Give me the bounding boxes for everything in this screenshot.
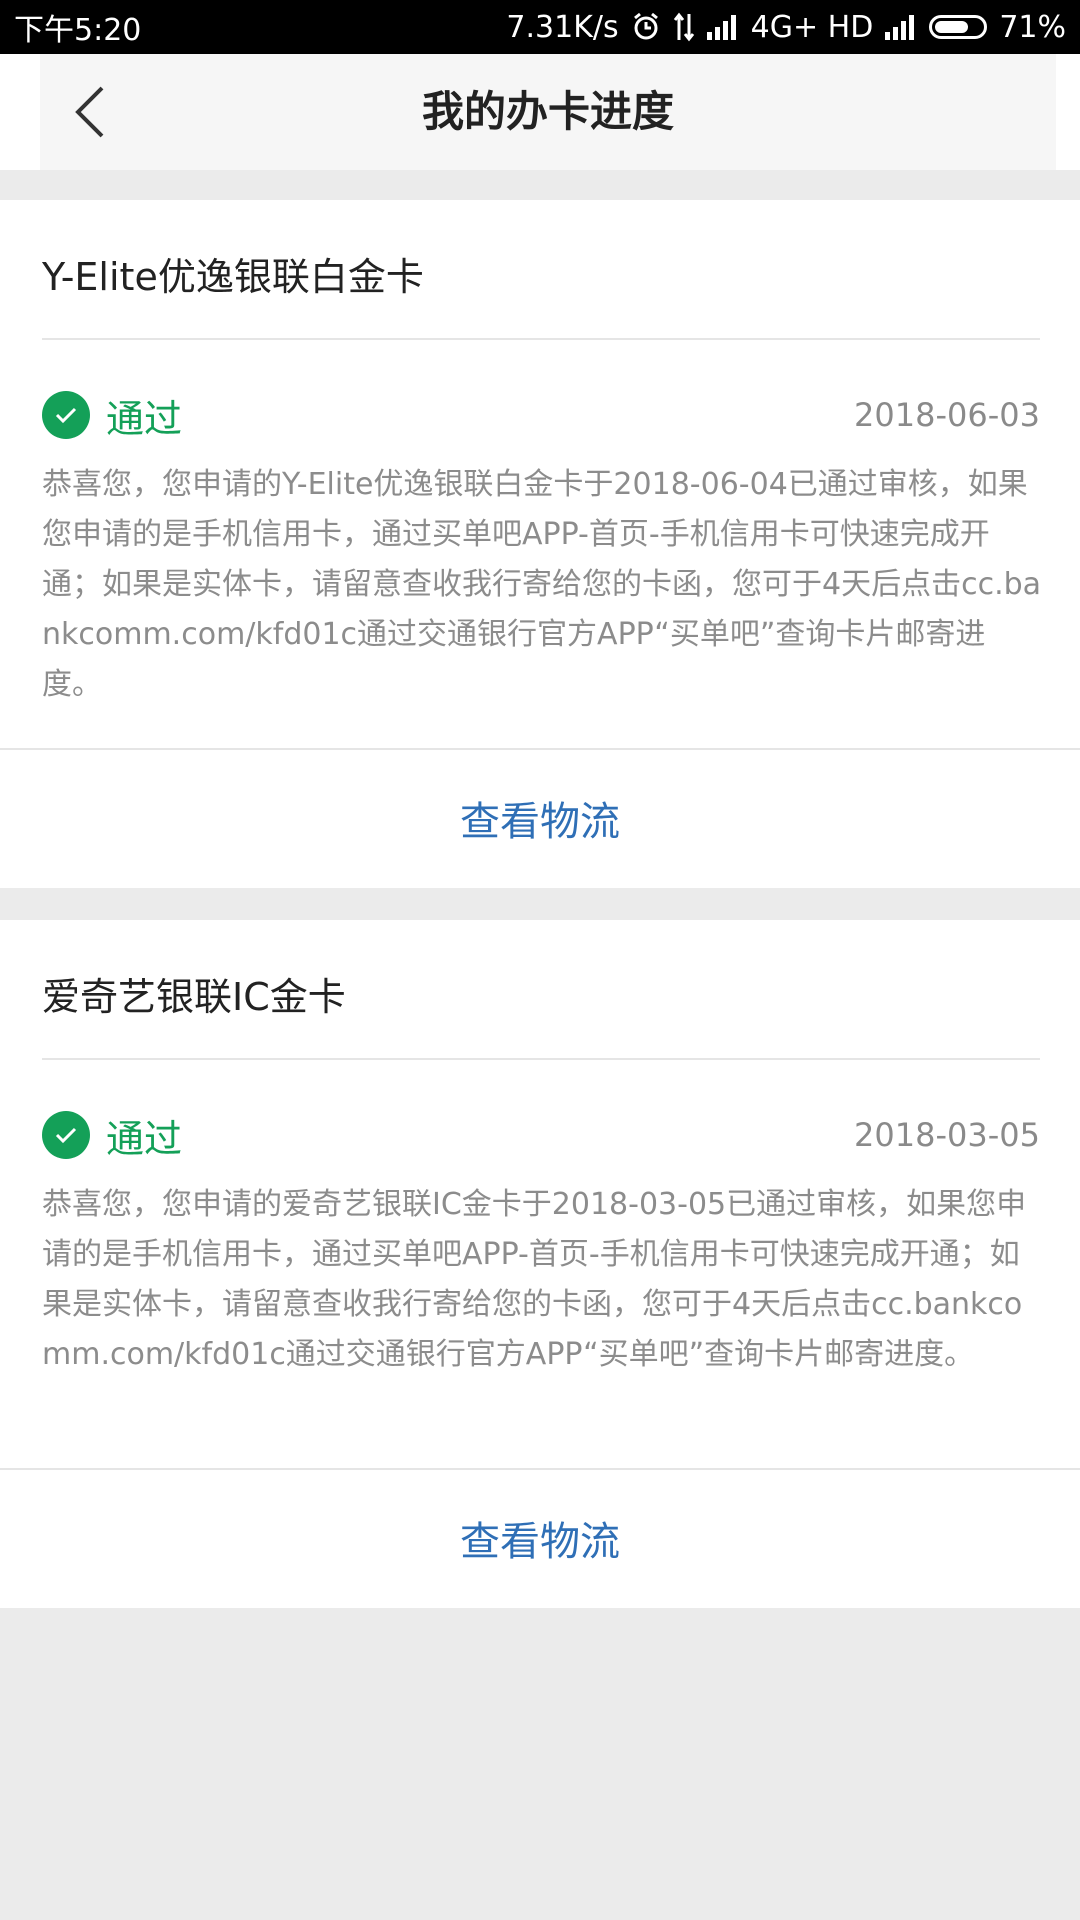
divider — [0, 748, 1080, 750]
card-2: 爱奇艺银联IC金卡 通过 2018-03-05 恭喜您，您申请的爱奇艺银联IC金… — [0, 920, 1080, 1608]
card-date: 2018-06-03 — [854, 396, 1040, 434]
signal-icon — [706, 14, 739, 40]
nav-right-margin — [1056, 54, 1080, 170]
status-right: 7.31K/s 4G+ HD 71% — [506, 10, 1066, 45]
check-circle-icon — [42, 1111, 90, 1159]
card-description: 恭喜您，您申请的爱奇艺银联IC金卡于2018-03-05已通过审核，如果您申请的… — [42, 1187, 1027, 1372]
status-row: 通过 2018-06-03 — [42, 387, 1040, 443]
status-bar: 下午5:20 7.31K/s 4G+ HD 71% — [0, 0, 1080, 54]
card-date: 2018-03-05 — [854, 1116, 1040, 1154]
chevron-left-icon — [75, 86, 104, 138]
network-type: 4G+ HD — [750, 9, 874, 45]
nav-left-margin — [0, 54, 40, 170]
alarm-icon — [631, 12, 661, 42]
card-name: 爱奇艺银联IC金卡 — [42, 975, 346, 1019]
status-label: 通过 — [106, 396, 183, 441]
card-name: Y-Elite优逸银联白金卡 — [42, 255, 424, 299]
battery-icon — [929, 15, 988, 39]
nav-bar: 我的办卡进度 — [40, 54, 1056, 170]
back-button[interactable] — [40, 54, 140, 170]
data-transfer-icon — [673, 12, 695, 42]
view-logistics-button[interactable]: 查看物流 — [0, 1473, 1080, 1603]
divider — [42, 338, 1040, 340]
check-circle-icon — [42, 391, 90, 439]
status-time: 下午5:20 — [14, 13, 142, 48]
signal-icon-2 — [885, 14, 917, 40]
status-label: 通过 — [106, 1116, 183, 1161]
status-row: 通过 2018-03-05 — [42, 1107, 1040, 1163]
battery-fill — [935, 21, 968, 33]
card-1: Y-Elite优逸银联白金卡 通过 2018-06-03 恭喜您，您申请的Y-E… — [0, 200, 1080, 888]
page-title: 我的办卡进度 — [421, 87, 674, 136]
battery-percent: 71% — [999, 9, 1066, 45]
view-logistics-button[interactable]: 查看物流 — [0, 753, 1080, 883]
divider — [42, 1058, 1040, 1060]
network-speed: 7.31K/s — [506, 9, 619, 45]
divider — [0, 1468, 1080, 1470]
card-description: 恭喜您，您申请的Y-Elite优逸银联白金卡于2018-06-04已通过审核，如… — [42, 467, 1042, 702]
